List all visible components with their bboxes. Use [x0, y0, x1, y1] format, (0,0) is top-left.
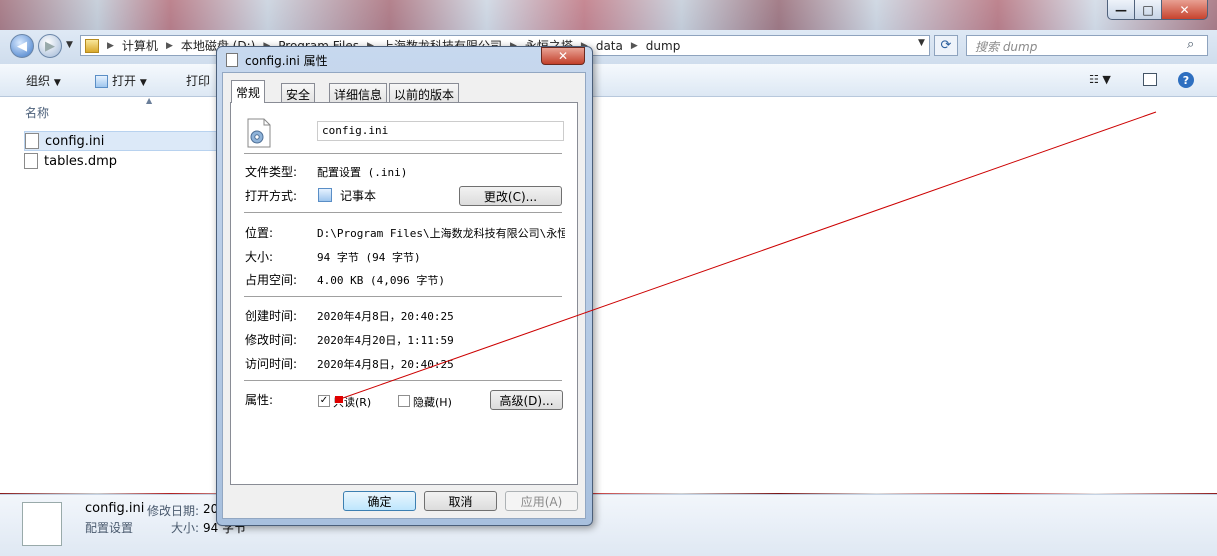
- details-modified-label: 修改日期:: [147, 504, 200, 518]
- open-with-value: 记事本: [340, 189, 377, 203]
- maximize-button[interactable]: □: [1134, 0, 1162, 20]
- refresh-icon: ⟳: [940, 38, 952, 53]
- dialog-close-button[interactable]: ✕: [541, 47, 585, 65]
- config-file-icon: [247, 118, 271, 148]
- breadcrumb-data[interactable]: data: [596, 39, 623, 53]
- breadcrumb-separator-icon[interactable]: ▶: [631, 41, 638, 51]
- tab-previous-versions[interactable]: 以前的版本: [389, 83, 460, 102]
- divider: [244, 380, 562, 382]
- notepad-icon: [95, 75, 108, 88]
- size-label: 大小:: [245, 250, 274, 264]
- open-button[interactable]: 打开 ▼: [95, 72, 147, 89]
- dialog-title: config.ini 属性: [245, 54, 328, 68]
- folder-icon: [85, 38, 99, 53]
- forward-button[interactable]: ▶: [38, 34, 62, 58]
- file-list-area: [0, 97, 1217, 493]
- attributes-label: 属性:: [245, 393, 274, 407]
- refresh-button[interactable]: ⟳: [934, 35, 958, 56]
- divider: [244, 296, 562, 298]
- search-input[interactable]: 搜索 dump: [966, 35, 1208, 56]
- search-icon[interactable]: ⌕: [1187, 37, 1194, 52]
- file-icon: [24, 153, 38, 169]
- breadcrumb-computer[interactable]: 计算机: [122, 37, 158, 54]
- tab-details[interactable]: 详细信息: [329, 83, 388, 102]
- details-file-type: 配置设置: [85, 521, 134, 535]
- change-button[interactable]: 更改(C)...: [459, 186, 562, 206]
- notepad-icon: [318, 188, 332, 202]
- explorer-titlebar: [0, 0, 1217, 30]
- size-value: 94 字节 (94 字节): [317, 251, 421, 264]
- file-type-label: 文件类型:: [245, 165, 298, 179]
- details-size-label: 大小:: [171, 521, 200, 535]
- size-on-disk-value: 4.00 KB (4,096 字节): [317, 274, 445, 287]
- preview-pane-icon[interactable]: [1143, 73, 1157, 86]
- tab-security[interactable]: 安全: [281, 83, 316, 102]
- file-item-config-ini[interactable]: config.ini: [24, 131, 218, 151]
- breadcrumb-separator-icon[interactable]: ▶: [107, 41, 114, 51]
- chevron-down-icon: ▼: [139, 78, 147, 88]
- breadcrumb-separator-icon[interactable]: ▶: [166, 41, 173, 51]
- minimize-button[interactable]: —: [1107, 0, 1135, 20]
- size-on-disk-label: 占用空间:: [245, 273, 298, 287]
- ok-button[interactable]: 确定: [343, 491, 416, 511]
- accessed-label: 访问时间:: [245, 357, 298, 371]
- readonly-label[interactable]: 只读(R): [333, 394, 371, 410]
- config-file-icon: [25, 133, 39, 149]
- file-type-value: 配置设置 (.ini): [317, 166, 408, 179]
- open-with-label: 打开方式:: [245, 189, 298, 203]
- accessed-value: 2020年4月8日，20:40:25: [317, 358, 454, 371]
- hidden-label[interactable]: 隐藏(H): [413, 394, 452, 410]
- cancel-button[interactable]: 取消: [424, 491, 497, 511]
- file-name-field[interactable]: config.ini: [317, 121, 564, 141]
- location-value: D:\Program Files\上海数龙科技有限公司\永恒: [317, 227, 565, 240]
- sort-up-icon: ▲: [146, 96, 153, 105]
- history-dropdown-icon[interactable]: ▼: [66, 40, 73, 50]
- organize-button[interactable]: 组织 ▼: [26, 72, 61, 89]
- file-item-tables-dmp[interactable]: tables.dmp: [24, 153, 117, 169]
- print-button[interactable]: 打印: [186, 72, 210, 89]
- modified-label: 修改时间:: [245, 333, 298, 347]
- created-value: 2020年4月8日，20:40:25: [317, 310, 454, 323]
- view-options-icon[interactable]: ☷ ▼: [1089, 73, 1111, 86]
- address-dropdown-icon[interactable]: ▼: [918, 38, 925, 48]
- advanced-button[interactable]: 高级(D)...: [490, 390, 563, 410]
- file-name: config.ini: [45, 133, 105, 149]
- column-header-name[interactable]: 名称: [25, 104, 49, 121]
- apply-button[interactable]: 应用(A): [505, 491, 578, 511]
- hidden-checkbox[interactable]: [398, 395, 410, 407]
- tab-general[interactable]: 常规: [231, 80, 266, 103]
- help-icon[interactable]: ?: [1178, 72, 1194, 88]
- tab-panel-general: [230, 102, 578, 485]
- created-label: 创建时间:: [245, 309, 298, 323]
- readonly-checkbox[interactable]: ✓: [318, 395, 330, 407]
- breadcrumb-dump[interactable]: dump: [646, 39, 681, 53]
- config-file-icon: [22, 502, 62, 546]
- location-label: 位置:: [245, 226, 274, 240]
- close-button[interactable]: ✕: [1161, 0, 1208, 20]
- config-file-icon: [226, 53, 238, 67]
- divider: [244, 153, 562, 155]
- file-name: tables.dmp: [44, 153, 117, 169]
- details-file-name: config.ini: [85, 501, 145, 516]
- modified-value: 2020年4月20日，1:11:59: [317, 334, 454, 347]
- chevron-down-icon: ▼: [53, 78, 61, 88]
- back-button[interactable]: ◀: [10, 34, 34, 58]
- command-bar: [0, 64, 1217, 97]
- divider: [244, 212, 562, 214]
